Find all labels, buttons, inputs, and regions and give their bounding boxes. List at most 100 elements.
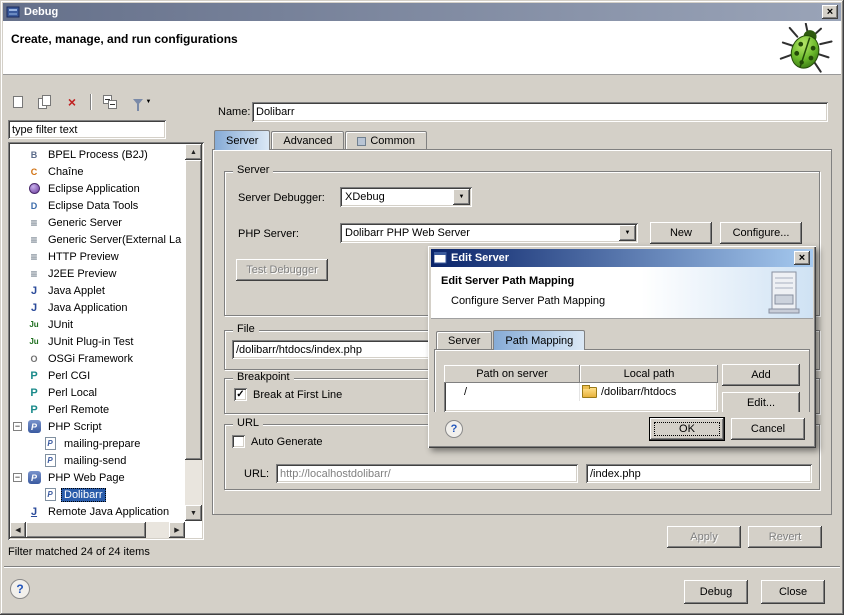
tree-item-label: BPEL Process (B2J) [45,148,151,162]
url-file-input[interactable] [586,464,812,483]
tab-server-settings[interactable]: Server [436,331,492,350]
tree-item[interactable]: OOSGi Framework [11,350,184,367]
tree-item-label: Chaîne [45,165,86,179]
tree-item[interactable]: DEclipse Data Tools [11,197,184,214]
debug-button[interactable]: Debug [684,580,748,604]
url-group-title: URL [233,417,263,429]
tree-item[interactable]: JuJUnit [11,316,184,333]
auto-generate-checkbox[interactable] [232,435,245,448]
scrollbar-thumb[interactable] [26,522,146,538]
close-icon[interactable]: × [794,251,810,265]
folder-icon [582,387,597,398]
tree-item[interactable]: PPerl Remote [11,401,184,418]
tree-horizontal-scrollbar[interactable]: ◀ ▶ [10,522,185,538]
dialog-title: Edit Server [451,252,509,264]
tree-item[interactable]: ≡Generic Server(External La [11,231,184,248]
duplicate-config-button[interactable] [33,92,57,112]
tab-path-mapping[interactable]: Path Mapping [493,330,585,350]
tree-item[interactable]: ≡Generic Server [11,214,184,231]
path-on-server-cell: / [444,383,580,401]
delete-config-button[interactable]: × [60,92,84,112]
tree-item[interactable]: −PPHP Script [11,418,184,435]
tree-item[interactable]: JJava Application [11,299,184,316]
tree-item[interactable]: BBPEL Process (B2J) [11,146,184,163]
tree-item-selected[interactable]: PDolibarr [11,486,184,503]
config-tabs: Server Advanced Common [214,130,428,150]
tree-item-label: Generic Server [45,216,125,230]
tree-item[interactable]: ≡J2EE Preview [11,265,184,282]
tree-item[interactable]: PPerl Local [11,384,184,401]
tree-item-label: Java Applet [45,284,108,298]
breakpoint-group-title: Breakpoint [233,371,294,383]
dialog-button-bar: ? OK Cancel [431,412,813,445]
window-titlebar[interactable]: Debug × [3,3,841,21]
tree-item[interactable]: −PPHP Web Page [11,469,184,486]
tree-vertical-scrollbar[interactable]: ▲ ▼ [185,144,202,521]
tree-item-label: JUnit [45,318,76,332]
tree-item[interactable]: JJava Applet [11,282,184,299]
apply-button[interactable]: Apply [667,526,741,548]
scroll-left-icon[interactable]: ◀ [10,522,26,538]
cancel-button[interactable]: Cancel [731,418,805,440]
tree-item-label: Java Application [45,301,131,315]
php-file-icon: P [42,487,58,503]
close-icon[interactable]: × [822,5,838,19]
delete-icon: × [68,95,76,109]
server-icon: ≡ [26,249,42,265]
dialog-help-button[interactable]: ? [445,420,463,438]
configure-server-button[interactable]: Configure... [720,222,802,244]
dialog-heading: Edit Server Path Mapping [441,275,574,287]
name-input[interactable] [252,102,828,122]
tree-filter-input[interactable] [8,120,166,139]
tree-item[interactable]: Eclipse Application [11,180,184,197]
new-config-button[interactable] [6,92,30,112]
tree-item-label: Perl Local [45,386,100,400]
tree-item[interactable]: CChaîne [11,163,184,180]
add-mapping-button[interactable]: Add [722,364,800,386]
php-server-select[interactable]: Dolibarr PHP Web Server ▼ [340,223,638,243]
collapse-all-button[interactable] [98,92,122,112]
help-button[interactable]: ? [10,579,30,599]
table-row[interactable]: / /dolibarr/htdocs [444,383,718,401]
close-button[interactable]: Close [761,580,825,604]
tab-common[interactable]: Common [345,131,427,150]
tree-item[interactable]: Pmailing-send [11,452,184,469]
column-path-on-server[interactable]: Path on server [444,365,580,383]
edit-mapping-button[interactable]: Edit... [722,392,800,414]
collapse-expander-icon[interactable]: − [13,422,22,431]
tree-item[interactable]: JuJUnit Plug-in Test [11,333,184,350]
java-application-icon: J [26,300,42,316]
scrollbar-thumb[interactable] [185,160,202,460]
new-server-button[interactable]: New [650,222,712,244]
server-debugger-select[interactable]: XDebug ▼ [340,187,472,207]
path-mapping-table[interactable]: Path on server Local path / /dolibarr/ht… [444,365,718,412]
scroll-up-icon[interactable]: ▲ [185,144,202,160]
scroll-right-icon[interactable]: ▶ [169,522,185,538]
tree-item-label: Eclipse Application [45,182,143,196]
tab-advanced[interactable]: Advanced [271,131,344,150]
tree-item[interactable]: JRemote Java Application [11,503,184,520]
scroll-down-icon[interactable]: ▼ [185,505,202,521]
chevron-down-icon[interactable]: ▼ [453,189,470,205]
ok-button[interactable]: OK [650,418,724,440]
url-base-input[interactable] [276,464,578,483]
local-path-text: /dolibarr/htdocs [601,386,676,398]
chevron-down-icon[interactable]: ▼ [619,225,636,241]
window-title: Debug [24,6,58,18]
tree-item[interactable]: ≡HTTP Preview [11,248,184,265]
tree-item-label: Dolibarr [61,488,106,502]
break-first-line-checkbox[interactable]: ✓ [234,388,247,401]
revert-button[interactable]: Revert [748,526,822,548]
php-web-page-icon: P [26,470,42,486]
help-icon: ? [16,582,23,596]
column-local-path[interactable]: Local path [580,365,718,383]
tree-item[interactable]: PPerl CGI [11,367,184,384]
auto-generate-label: Auto Generate [251,436,323,448]
filter-button[interactable]: ▼ [125,92,159,112]
dialog-titlebar[interactable]: Edit Server × [431,249,813,267]
tab-server[interactable]: Server [214,130,270,150]
collapse-expander-icon[interactable]: − [13,473,22,482]
php-server-label: PHP Server: [238,228,299,240]
tree-item[interactable]: Pmailing-prepare [11,435,184,452]
test-debugger-button[interactable]: Test Debugger [236,259,328,281]
